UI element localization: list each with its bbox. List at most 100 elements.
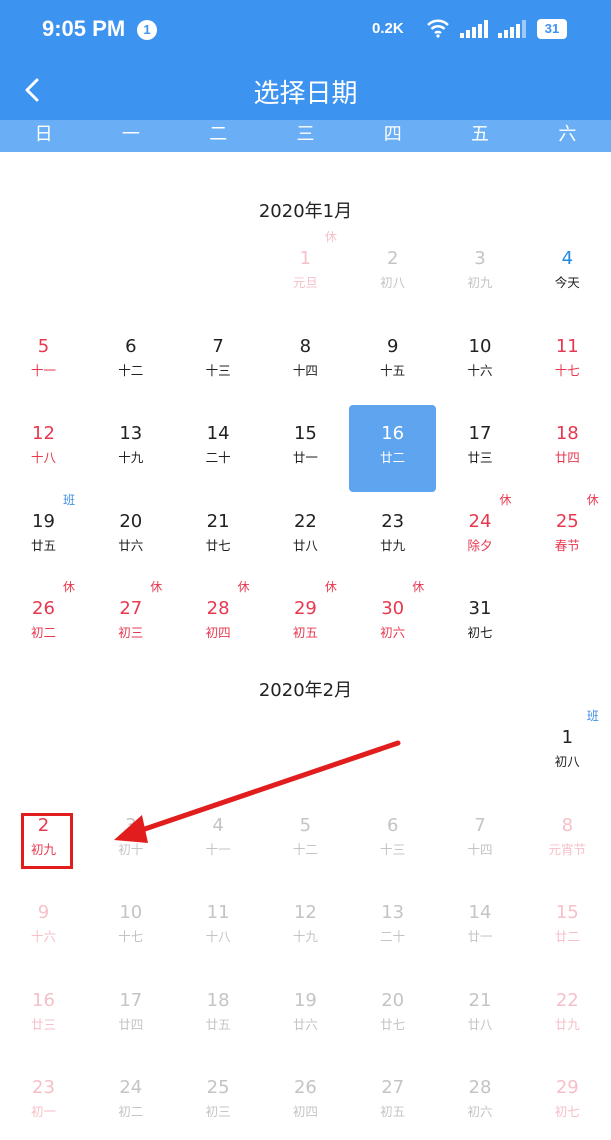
calendar-day-cell[interactable]: 31 初七: [437, 578, 524, 666]
calendar-day-cell[interactable]: 10 十六: [437, 316, 524, 404]
calendar-day-cell[interactable]: 6 十二: [87, 316, 174, 404]
weekday-fri: 五: [471, 124, 490, 145]
lunar-date: 十三: [380, 841, 406, 857]
calendar-day-cell[interactable]: 25 初三: [175, 1057, 262, 1140]
calendar-day-cell[interactable]: 13 二十: [349, 882, 436, 970]
calendar-day-cell[interactable]: 19 廿六: [262, 970, 349, 1058]
lunar-date: 廿四: [118, 1016, 144, 1032]
lunar-date: 廿一: [467, 929, 493, 944]
notification-badge: 1: [137, 20, 157, 40]
weekday-sun: 日: [34, 124, 53, 145]
calendar-day-cell[interactable]: 26 初四: [262, 1057, 349, 1140]
lunar-date: 廿四: [554, 450, 580, 465]
lunar-date: 初五: [292, 625, 318, 640]
page-title: 选择日期: [253, 79, 358, 109]
calendar-day-cell[interactable]: 24 初二: [87, 1057, 174, 1140]
day-number: 26: [32, 598, 55, 619]
holiday-tag: 休: [324, 230, 337, 244]
lunar-date: 初三: [118, 625, 144, 640]
lunar-date: 十四: [292, 362, 318, 378]
calendar-day-cell[interactable]: 24 除夕 休: [437, 491, 524, 579]
day-number: 24: [119, 1077, 143, 1098]
calendar-day-cell[interactable]: 15 廿二: [524, 882, 611, 970]
calendar-day-cell[interactable]: 6 十三: [349, 795, 436, 883]
day-number: 16: [32, 989, 55, 1011]
calendar-day-cell[interactable]: 11 十八: [175, 882, 262, 970]
holiday-tag: 休: [499, 492, 512, 507]
calendar-day-cell[interactable]: 14 廿一: [437, 882, 524, 970]
calendar-day-cell[interactable]: 9 十五: [349, 316, 436, 404]
calendar-day-cell[interactable]: 23 廿九: [349, 491, 436, 579]
lunar-date: 今天: [554, 275, 580, 290]
calendar-day-cell[interactable]: 26 初二 休: [0, 578, 87, 666]
calendar-day-cell[interactable]: 14 二十: [175, 403, 262, 491]
lunar-date: 十二: [292, 841, 318, 857]
calendar-day-cell[interactable]: 21 廿八: [437, 970, 524, 1058]
holiday-tag: 休: [586, 492, 599, 507]
day-number: 3: [125, 814, 137, 836]
calendar-day-cell[interactable]: 7 十三: [175, 316, 262, 404]
status-time: 9:05 PM: [42, 16, 126, 41]
calendar-day-cell[interactable]: 29 初七: [524, 1057, 611, 1140]
day-number: 31: [468, 598, 492, 619]
day-number: 15: [555, 902, 579, 923]
lunar-date: 廿七: [380, 1016, 406, 1032]
calendar-day-cell[interactable]: 12 十八: [0, 403, 87, 491]
calendar-day-cell[interactable]: 23 初一: [0, 1057, 87, 1140]
calendar-day-cell[interactable]: 27 初三 休: [87, 578, 174, 666]
calendar-day-cell[interactable]: 21 廿七: [175, 491, 262, 579]
calendar-day-cell[interactable]: 18 廿四: [524, 403, 611, 491]
calendar-day-cell[interactable]: 1 初八 班: [524, 707, 611, 795]
calendar-day-cell[interactable]: 4 十一: [175, 795, 262, 883]
lunar-date: 廿五: [30, 537, 56, 553]
calendar-day-cell[interactable]: 10 十七: [87, 882, 174, 970]
lunar-date: 廿二: [380, 450, 406, 465]
calendar-day-cell[interactable]: 17 廿三: [437, 403, 524, 491]
calendar-day-cell[interactable]: 18 廿五: [175, 970, 262, 1058]
calendar-day-cell[interactable]: 12 十九: [262, 882, 349, 970]
calendar-day-cell[interactable]: 29 初五 休: [262, 578, 349, 666]
day-number: 22: [293, 510, 317, 532]
calendar-day-cell[interactable]: 7 十四: [437, 795, 524, 883]
day-number: 18: [555, 423, 579, 444]
lunar-date: 二十: [380, 929, 406, 944]
holiday-tag: 休: [237, 580, 250, 594]
lunar-date: 除夕: [467, 537, 493, 553]
calendar-day-cell[interactable]: 20 廿六: [87, 491, 174, 579]
calendar-day-cell[interactable]: 5 十二: [262, 795, 349, 883]
lunar-date: 十九: [292, 929, 318, 944]
calendar-day-cell[interactable]: 30 初六 休: [349, 578, 436, 666]
calendar-day-cell[interactable]: 13 十九: [87, 403, 174, 491]
day-number: 29: [555, 1077, 579, 1098]
calendar-day-cell[interactable]: 28 初六: [437, 1057, 524, 1140]
day-number: 9: [386, 335, 399, 357]
day-number: 26: [293, 1077, 317, 1098]
signal-icon: [498, 20, 526, 38]
calendar-day-cell[interactable]: 2 初八: [349, 228, 436, 316]
calendar-day-cell[interactable]: 16 廿二: [349, 403, 437, 492]
calendar-day-cell[interactable]: 4 今天: [524, 228, 611, 316]
calendar-day-cell[interactable]: 25 春节 休: [524, 491, 611, 579]
calendar-day-cell[interactable]: 22 廿九: [524, 970, 611, 1058]
calendar-day-cell[interactable]: 28 初四 休: [175, 578, 262, 666]
lunar-date: 十九: [118, 450, 144, 465]
day-number: 10: [468, 335, 492, 357]
calendar-day-cell[interactable]: 20 廿七: [349, 970, 436, 1058]
calendar-day-cell[interactable]: 17 廿四: [87, 970, 174, 1058]
calendar-day-cell[interactable]: 15 廿一: [262, 403, 349, 491]
calendar-day-cell[interactable]: 9 十六: [0, 882, 87, 970]
calendar-day-cell[interactable]: 27 初五: [349, 1057, 436, 1140]
calendar-day-cell[interactable]: 22 廿八: [262, 491, 349, 579]
calendar-day-cell[interactable]: 11 十七: [524, 316, 611, 404]
calendar-day-cell[interactable]: 5 十一: [0, 316, 87, 404]
calendar-day-cell[interactable]: 8 元宵节: [524, 795, 611, 883]
lunar-date: 廿九: [554, 1016, 580, 1032]
day-number: 8: [561, 814, 574, 836]
calendar-day-cell[interactable]: 3 初九: [437, 228, 524, 316]
calendar-day-cell[interactable]: 3 初十: [87, 795, 174, 883]
calendar-day-cell[interactable]: 19 廿五 班: [0, 491, 87, 579]
calendar-day-cell[interactable]: 8 十四: [262, 316, 349, 404]
calendar-day-cell[interactable]: 1 元旦 休: [262, 228, 349, 316]
weekday-wed: 三: [296, 124, 315, 145]
calendar-day-cell[interactable]: 16 廿三: [0, 970, 87, 1058]
